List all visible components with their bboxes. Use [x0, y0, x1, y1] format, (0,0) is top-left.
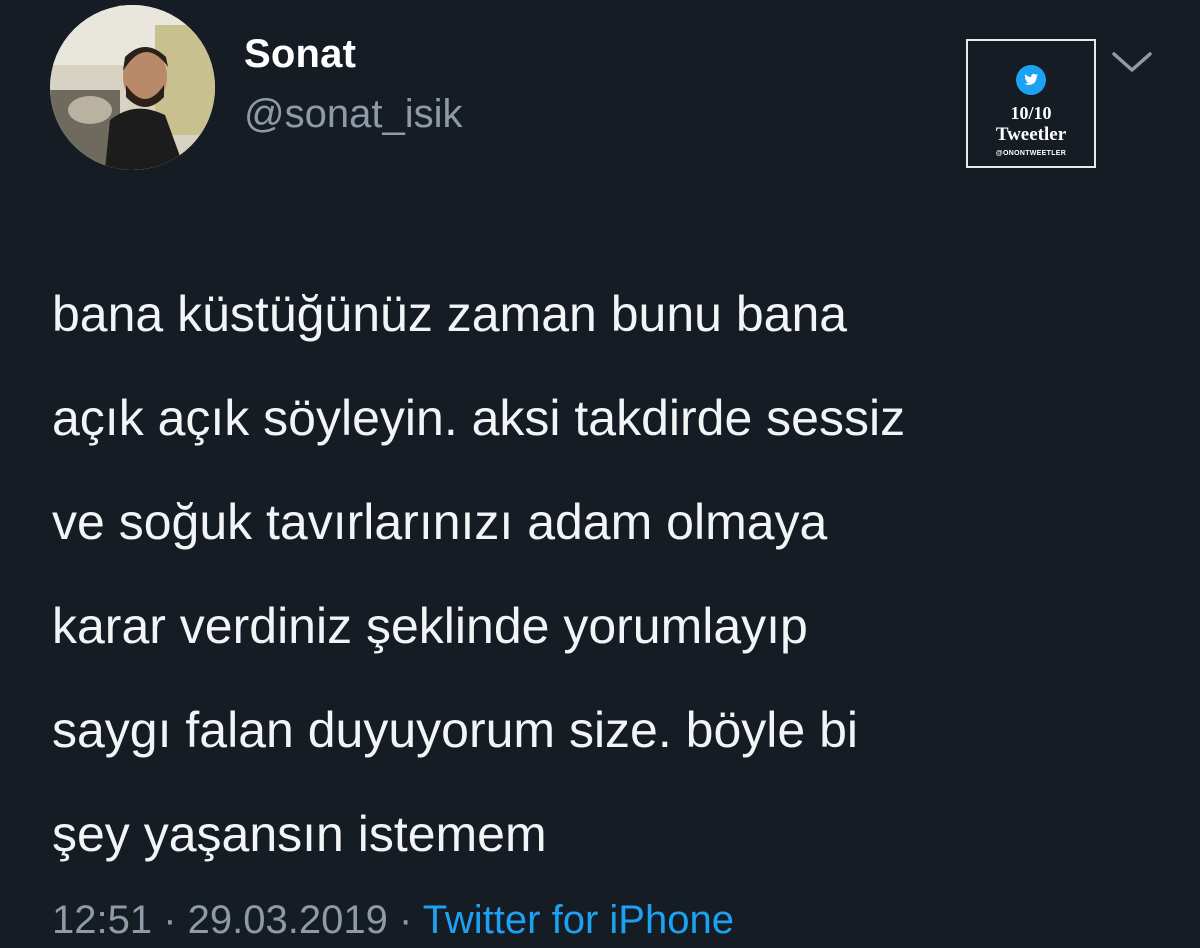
- watermark-handle: @ONONTWEETLER: [995, 150, 1067, 157]
- tweet-line: ve soğuk tavırlarınızı adam olmaya: [52, 494, 828, 550]
- chevron-down-icon[interactable]: [1110, 46, 1154, 78]
- tweet-line: karar verdiniz şeklinde yorumlayıp: [52, 598, 808, 654]
- author-handle[interactable]: @sonat_isik: [244, 92, 462, 137]
- avatar[interactable]: [50, 5, 215, 170]
- tweet-line: şey yaşansın istemem: [52, 806, 547, 862]
- twitter-bird-icon: [1016, 65, 1046, 95]
- tweet-line: bana küstüğünüz zaman bunu bana: [52, 286, 848, 342]
- meta-separator: ·: [387, 898, 423, 942]
- tweet-line: açık açık söyleyin. aksi takdirde sessiz: [52, 390, 906, 446]
- tweet-date[interactable]: 29.03.2019: [188, 898, 388, 942]
- tweet-meta: 12:51 · 29.03.2019 · Twitter for iPhone: [52, 898, 734, 943]
- watermark-score: 10/10: [1010, 103, 1052, 123]
- watermark-word: Tweetler: [995, 124, 1067, 145]
- avatar-photo: [50, 5, 215, 170]
- tweet-time[interactable]: 12:51: [52, 898, 152, 942]
- tweet-source-link[interactable]: Twitter for iPhone: [423, 898, 734, 942]
- tweet-line: saygı falan duyuyorum size. böyle bi: [52, 702, 858, 758]
- author-display-name[interactable]: Sonat: [244, 32, 356, 77]
- meta-separator: ·: [152, 898, 188, 942]
- tweet-text: bana küstüğünüz zaman bunu bana açık açı…: [52, 262, 1162, 886]
- watermark-badge: 10/10 Tweetler @ONONTWEETLER: [966, 39, 1096, 168]
